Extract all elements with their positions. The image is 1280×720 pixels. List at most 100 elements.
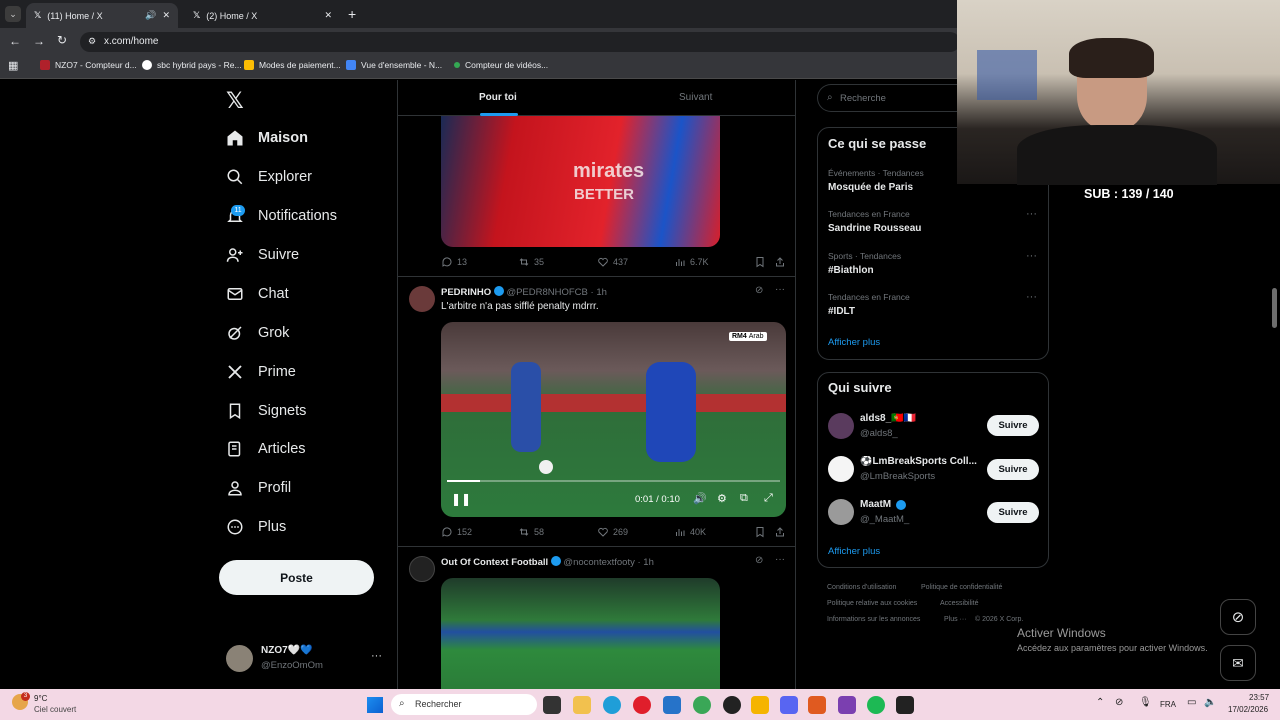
trend-item[interactable]: Sports · Tendances #Biathlon [828, 251, 1040, 276]
trend-item[interactable]: Tendances en France #IDLT [828, 292, 1040, 317]
tiktok-icon[interactable] [896, 696, 914, 714]
clock-date[interactable]: 17/02/2026 [1228, 705, 1268, 714]
file-explorer-icon[interactable] [573, 696, 591, 714]
start-icon[interactable] [367, 697, 383, 713]
app-icon[interactable] [751, 696, 769, 714]
grok-icon[interactable]: ⊘ [755, 285, 763, 296]
show-more-link[interactable]: Afficher plus [828, 337, 880, 348]
author-handle[interactable]: @PEDR8NHOFCB [506, 287, 587, 298]
more-icon[interactable]: ··· [1026, 208, 1037, 220]
tab-home-2[interactable]: 𝕏 (2) Home / X ✕ [185, 3, 340, 28]
footer-link[interactable]: Accessibilité [940, 600, 979, 607]
repost-button[interactable]: 35 [518, 256, 544, 268]
settings-icon[interactable]: ⚙ [717, 492, 727, 505]
author-handle[interactable]: @nocontextfooty [563, 557, 634, 568]
trend-item[interactable]: Tendances en France Sandrine Rousseau [828, 209, 1040, 234]
follow-button[interactable]: Suivre [987, 502, 1039, 523]
site-info-icon[interactable]: ⚙ [88, 36, 96, 47]
share-button[interactable] [774, 526, 786, 538]
footer-link[interactable]: Plus ··· [944, 616, 967, 623]
views-button[interactable]: 6.7K [674, 256, 709, 268]
nav-follow[interactable]: Suivre [226, 246, 299, 264]
microphone-icon[interactable]: 🎙 [1139, 697, 1152, 708]
search-box[interactable]: ⌕ Recherche [817, 84, 957, 112]
network-icon[interactable]: ▭ [1187, 697, 1196, 708]
grok-fab[interactable]: ⊘ [1220, 599, 1256, 635]
nav-bookmarks[interactable]: Signets [226, 402, 306, 420]
tab-home-1[interactable]: 𝕏 (11) Home / X 🔊 ✕ [26, 3, 178, 28]
post3-image[interactable] [441, 578, 720, 690]
author-name[interactable]: Out Of Context Football [441, 557, 548, 568]
volume-icon[interactable]: 🔈 [1204, 697, 1216, 708]
nav-home[interactable]: Maison [226, 129, 308, 147]
volume-icon[interactable]: 🔊 [693, 492, 707, 505]
footer-link[interactable]: Informations sur les annonces [827, 616, 920, 623]
post1-image[interactable]: mirates BETTER [441, 116, 720, 247]
footer-link[interactable]: Conditions d'utilisation [827, 584, 896, 591]
discord-icon[interactable] [780, 696, 798, 714]
back-icon[interactable]: ← [9, 34, 21, 48]
nav-articles[interactable]: Articles [226, 440, 306, 458]
account-switcher[interactable]: NZO7🤍💙 @EnzoOmOm ··· [226, 644, 386, 674]
author-name[interactable]: PEDRINHO [441, 287, 491, 298]
reply-button[interactable]: 13 [441, 256, 467, 268]
tab-list-button[interactable]: ⌄ [5, 6, 21, 22]
tab-following[interactable]: Suivant [679, 92, 712, 103]
speaker-icon[interactable]: 🔊 [145, 10, 156, 21]
like-button[interactable]: 437 [597, 256, 628, 268]
taskbar-search[interactable]: ⌕ Rechercher [391, 694, 537, 715]
nav-more[interactable]: Plus [226, 518, 286, 536]
store-icon[interactable] [663, 696, 681, 714]
nav-explore[interactable]: Explorer [226, 168, 312, 186]
grok-icon[interactable]: ⊘ [755, 555, 763, 566]
show-more-link[interactable]: Afficher plus [828, 546, 880, 557]
bookmark-button[interactable] [754, 256, 766, 268]
suggested-name[interactable]: ⚽LmBreakSports Coll... [860, 456, 980, 467]
suggested-name[interactable]: MaatM [860, 499, 891, 510]
nav-grok[interactable]: Grok [226, 324, 289, 342]
follow-button[interactable]: Suivre [987, 415, 1039, 436]
nav-premium[interactable]: Prime [226, 363, 296, 381]
avatar[interactable] [409, 556, 435, 582]
reload-icon[interactable]: ↻ [57, 33, 67, 47]
reply-button[interactable]: 152 [441, 526, 472, 538]
bookmark-button[interactable] [754, 526, 766, 538]
avatar[interactable] [409, 286, 435, 312]
footer-link[interactable]: Politique de confidentialité [921, 584, 1002, 591]
app-icon[interactable] [723, 696, 741, 714]
bookmark-4[interactable]: Vue d'ensemble - N... [346, 60, 442, 70]
more-icon[interactable]: ··· [775, 284, 785, 295]
edge-icon[interactable] [603, 696, 621, 714]
post-time[interactable]: · 1h [638, 557, 654, 568]
more-icon[interactable]: ··· [775, 554, 785, 565]
tray-chevron-icon[interactable]: ⌃ [1096, 697, 1104, 708]
close-icon[interactable]: ✕ [162, 10, 170, 21]
tray-icon[interactable]: ⊘ [1115, 697, 1123, 708]
x-logo-icon[interactable]: 𝕏 [226, 88, 244, 114]
app-icon[interactable] [838, 696, 856, 714]
spotify-icon[interactable] [867, 696, 885, 714]
avatar[interactable] [828, 456, 854, 482]
bookmark-5[interactable]: Compteur de vidéos... [454, 60, 548, 70]
bookmark-3[interactable]: Modes de paiement... [244, 60, 341, 70]
scrollbar[interactable] [1272, 288, 1277, 328]
nav-profile[interactable]: Profil [226, 479, 291, 497]
close-icon[interactable]: ✕ [324, 10, 332, 21]
language-indicator[interactable]: FRA [1160, 700, 1176, 709]
post-time[interactable]: · 1h [591, 287, 607, 298]
avatar[interactable] [828, 499, 854, 525]
fullscreen-icon[interactable]: ⤢ [764, 492, 773, 505]
video-progress-track[interactable] [447, 480, 780, 482]
new-tab-button[interactable]: + [348, 6, 356, 22]
share-button[interactable] [774, 256, 786, 268]
bookmark-1[interactable]: NZO7 - Compteur d... [40, 60, 137, 70]
chrome-icon[interactable] [693, 696, 711, 714]
post2-video[interactable]: RM4 Arab ❚❚ 0:01 / 0:10 🔊 ⚙ ⧉ ⤢ [441, 322, 786, 517]
messages-fab[interactable]: ✉ [1220, 645, 1256, 681]
avatar[interactable] [828, 413, 854, 439]
pause-icon[interactable]: ❚❚ [451, 492, 471, 506]
repost-button[interactable]: 58 [518, 526, 544, 538]
like-button[interactable]: 269 [597, 526, 628, 538]
more-icon[interactable]: ··· [371, 650, 382, 662]
views-button[interactable]: 40K [674, 526, 706, 538]
